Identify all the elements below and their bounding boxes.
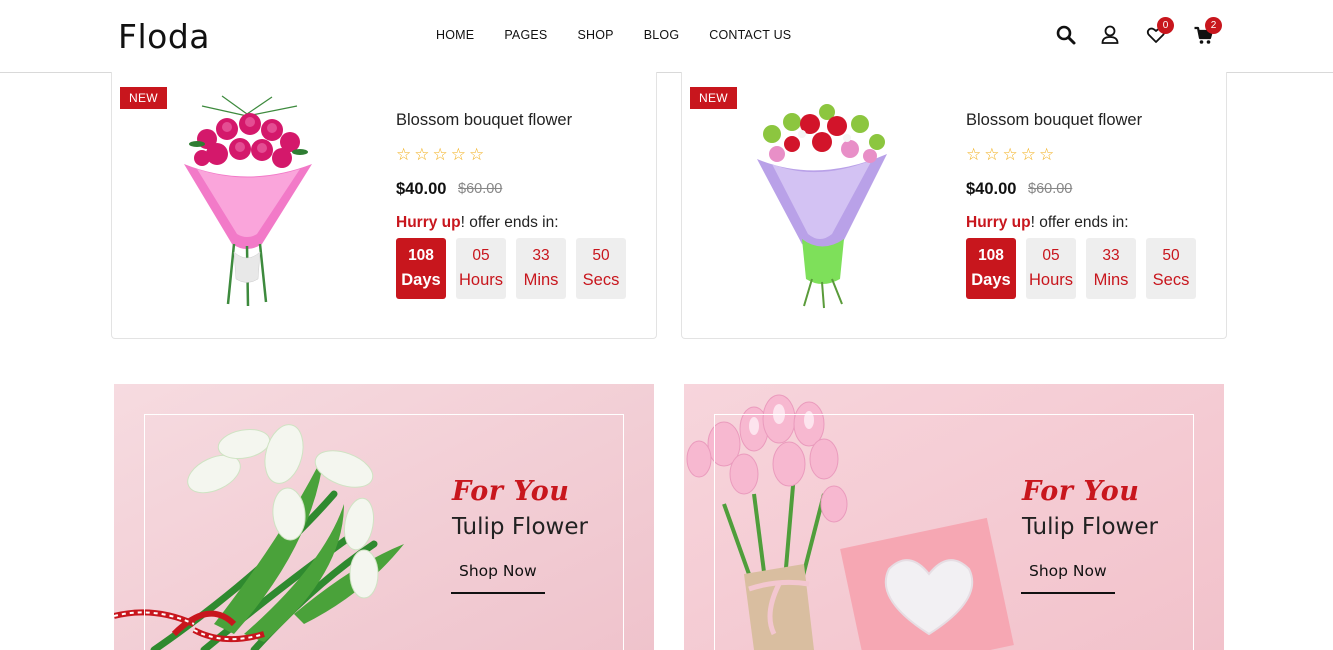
hurry-up-text: Hurry up	[966, 214, 1031, 231]
offer-ends-text: ! offer ends in:	[1030, 214, 1129, 231]
countdown-value: 33	[1102, 247, 1120, 264]
cart-icon[interactable]: 2	[1193, 17, 1222, 46]
countdown-unit: Days	[401, 271, 441, 289]
banner-script-heading: For You	[452, 476, 570, 507]
product-title[interactable]: Blossom bouquet flower	[396, 111, 572, 130]
countdown-mins: 33 Mins	[516, 238, 566, 299]
countdown-unit: Hours	[458, 271, 503, 289]
offer-countdown-label: Hurry up! offer ends in:	[396, 214, 559, 232]
star-icon: ☆	[984, 145, 1000, 164]
purple-mixed-bouquet-image[interactable]	[732, 94, 902, 309]
pink-rose-bouquet-image[interactable]	[162, 94, 332, 309]
deal-card: NEW Blossom bouquet flower ☆ ☆ ☆ ☆ ☆ $40…	[681, 72, 1227, 339]
offer-countdown-label: Hurry up! offer ends in:	[966, 214, 1129, 232]
star-icon: ☆	[1039, 145, 1055, 164]
shop-now-button[interactable]: Shop Now	[451, 560, 545, 594]
banner-script-heading: For You	[1022, 476, 1140, 507]
heart-icon[interactable]: 0	[1145, 17, 1174, 46]
star-icon: ☆	[450, 145, 466, 164]
star-icon: ☆	[396, 145, 412, 164]
banner-title: Tulip Flower	[452, 514, 588, 540]
product-price: $40.00	[396, 180, 447, 198]
site-header: Floda HOME PAGES SHOP BLOG CONTACT US 0 …	[0, 0, 1333, 73]
nav-blog[interactable]: BLOG	[644, 28, 680, 42]
product-title[interactable]: Blossom bouquet flower	[966, 111, 1142, 130]
rating-stars: ☆ ☆ ☆ ☆ ☆	[966, 146, 1054, 163]
deal-card: NEW Blossom bouquet flower ☆ ☆ ☆ ☆ ☆ $40…	[111, 72, 657, 339]
countdown-value: 05	[472, 247, 490, 264]
promo-banner: For You Tulip Flower Shop Now	[114, 384, 654, 650]
user-icon[interactable]	[1099, 24, 1121, 46]
countdown-value: 108	[408, 247, 434, 264]
countdown-days: 108 Days	[966, 238, 1016, 299]
countdown-hours: 05 Hours	[456, 238, 506, 299]
countdown-value: 05	[1042, 247, 1060, 264]
hurry-up-text: Hurry up	[396, 214, 461, 231]
countdown-mins: 33 Mins	[1086, 238, 1136, 299]
countdown-value: 50	[1162, 247, 1180, 264]
offer-ends-text: ! offer ends in:	[460, 214, 559, 231]
nav-contact-us[interactable]: CONTACT US	[709, 28, 791, 42]
cart-count-badge: 2	[1205, 17, 1222, 34]
countdown-unit: Days	[971, 271, 1011, 289]
countdown-secs: 50 Secs	[1146, 238, 1196, 299]
countdown-unit: Secs	[582, 271, 620, 289]
banner-title: Tulip Flower	[1022, 514, 1158, 540]
countdown-value: 50	[592, 247, 610, 264]
product-price: $40.00	[966, 180, 1017, 198]
countdown-timer: 108 Days 05 Hours 33 Mins 50 Secs	[396, 238, 626, 299]
site-logo[interactable]: Floda	[118, 17, 210, 56]
rating-stars: ☆ ☆ ☆ ☆ ☆	[396, 146, 484, 163]
main-nav: HOME PAGES SHOP BLOG CONTACT US	[436, 28, 821, 42]
star-icon: ☆	[469, 145, 485, 164]
wishlist-count-badge: 0	[1157, 17, 1174, 34]
promo-banner: For You Tulip Flower Shop Now	[684, 384, 1224, 650]
countdown-timer: 108 Days 05 Hours 33 Mins 50 Secs	[966, 238, 1196, 299]
product-old-price: $60.00	[458, 181, 503, 197]
nav-pages[interactable]: PAGES	[504, 28, 547, 42]
countdown-hours: 05 Hours	[1026, 238, 1076, 299]
product-old-price: $60.00	[1028, 181, 1073, 197]
star-icon: ☆	[1020, 145, 1036, 164]
nav-home[interactable]: HOME	[436, 28, 474, 42]
nav-shop[interactable]: SHOP	[577, 28, 613, 42]
star-icon: ☆	[966, 145, 982, 164]
star-icon: ☆	[432, 145, 448, 164]
countdown-value: 108	[978, 247, 1004, 264]
countdown-unit: Mins	[523, 271, 559, 289]
search-icon[interactable]	[1055, 24, 1077, 46]
countdown-secs: 50 Secs	[576, 238, 626, 299]
new-badge: NEW	[690, 87, 737, 109]
star-icon: ☆	[1002, 145, 1018, 164]
countdown-unit: Hours	[1028, 271, 1073, 289]
star-icon: ☆	[414, 145, 430, 164]
shop-now-button[interactable]: Shop Now	[1021, 560, 1115, 594]
countdown-value: 33	[532, 247, 550, 264]
countdown-unit: Secs	[1152, 271, 1190, 289]
new-badge: NEW	[120, 87, 167, 109]
countdown-unit: Mins	[1093, 271, 1129, 289]
countdown-days: 108 Days	[396, 238, 446, 299]
